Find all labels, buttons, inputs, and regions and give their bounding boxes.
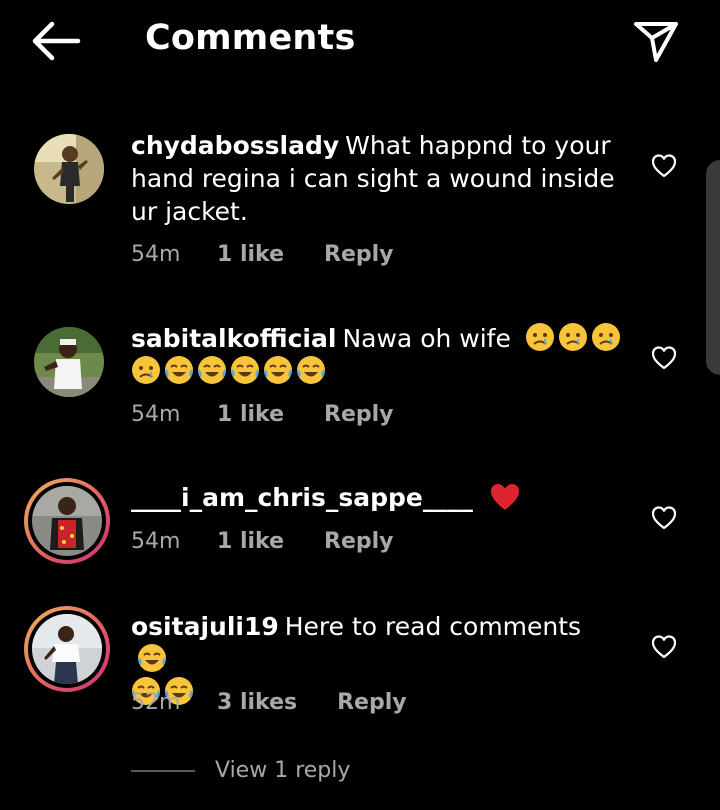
arrow-left-icon [32,21,81,61]
comment-time: 54m [131,402,181,427]
comment-meta: 52m 3 likes Reply [131,690,407,715]
comment-username[interactable]: sabitalkofficial [131,324,336,353]
avatar[interactable] [34,327,104,397]
tears-of-joy-emoji [165,356,193,384]
emoji-group [137,643,167,673]
reply-button[interactable]: Reply [324,242,394,267]
view-replies-button[interactable]: View 1 reply [131,758,350,783]
top-bar: Comments [0,0,720,90]
heart-outline-icon[interactable] [651,505,677,531]
tears-of-joy-emoji [297,356,325,384]
back-button[interactable] [30,20,82,62]
view-replies-label: View 1 reply [215,758,351,783]
comment-time: 54m [131,242,181,267]
comment-body: Here to read comments [284,612,582,641]
comment-text: chydabosslady What happnd to your hand re… [131,129,621,228]
comment-username[interactable]: ____i_am_chris_sappe____ [131,483,473,512]
comment-body: Nawa oh wife [342,324,511,353]
comment-text: sabitalkofficial Nawa oh wife [131,322,621,388]
page-title: Comments [145,18,356,58]
scrollbar[interactable] [706,160,720,375]
comment-meta: 54m 1 like Reply [131,529,394,554]
story-ring[interactable] [24,606,110,692]
comment-username[interactable]: ositajuli19 [131,612,279,641]
comment-text: ____i_am_chris_sappe____ [131,481,621,514]
comment-meta: 54m 1 like Reply [131,402,394,427]
tears-of-joy-emoji [138,644,166,672]
crying-face-emoji [525,323,554,351]
likes-count[interactable]: 1 like [217,529,284,554]
avatar [32,486,102,556]
paper-plane-icon [634,22,678,62]
comment-username[interactable]: chydabosslady [131,131,339,160]
reply-button[interactable]: Reply [337,690,407,715]
comment-meta: 54m 1 like Reply [131,242,394,267]
avatar[interactable] [34,134,104,204]
tears-of-joy-emoji [198,356,226,384]
emoji-group [131,355,326,385]
heart-outline-icon[interactable] [651,345,677,371]
tears-of-joy-emoji [231,356,259,384]
likes-count[interactable]: 1 like [217,402,284,427]
emoji-group [525,322,621,352]
divider [131,769,195,772]
comment-time: 52m [131,690,181,715]
comment-time: 54m [131,529,181,554]
reply-button[interactable]: Reply [324,402,394,427]
heart-outline-icon[interactable] [651,153,677,179]
reply-button[interactable]: Reply [324,529,394,554]
likes-count[interactable]: 3 likes [217,690,297,715]
likes-count[interactable]: 1 like [217,242,284,267]
heart-outline-icon[interactable] [651,634,677,660]
crying-face-emoji [558,323,587,351]
red-heart-emoji [490,484,519,510]
avatar [32,614,102,684]
crying-face-emoji [132,356,160,384]
share-button[interactable] [632,18,680,64]
crying-face-emoji [591,323,620,351]
tears-of-joy-emoji [264,356,292,384]
story-ring[interactable] [24,478,110,564]
